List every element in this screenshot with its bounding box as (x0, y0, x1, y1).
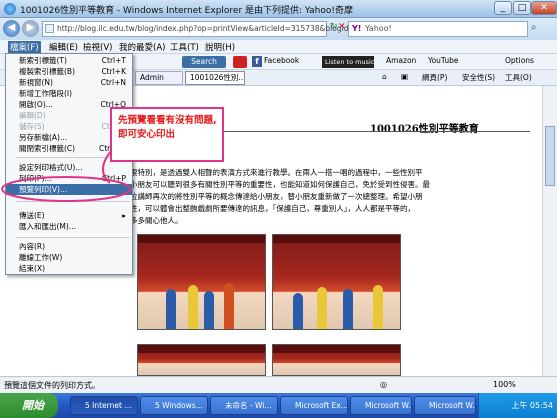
status-text: 預覽這個文件的列印方式。 (4, 381, 100, 390)
taskbar-item-windows[interactable]: 5 Windows... (140, 396, 208, 415)
system-tray: 上午 05:54 (478, 393, 557, 418)
status-bar: 預覽這個文件的列印方式。 ◎ 100% (0, 376, 557, 393)
zoom-level[interactable]: 100% (493, 380, 516, 389)
annotation-callout: 先預覽看看有沒有問題,即可安心印出 (110, 107, 224, 162)
clock: 上午 05:54 (511, 401, 553, 410)
highlight-ellipse (1, 176, 131, 202)
taskbar-item-word-1[interactable]: Microsoft W... (350, 396, 412, 415)
taskbar-item-paint[interactable]: 未命名 - Wi... (210, 396, 278, 415)
taskbar-item-word-2[interactable]: Microsoft W... (414, 396, 476, 415)
start-button[interactable]: 開始 (0, 393, 58, 418)
callout-text: 先預覽看看有沒有問題,即可安心印出 (118, 115, 217, 140)
taskbar: 開始 5 Internet ... 5 Windows... 未命名 - Wi.… (0, 393, 557, 418)
internet-zone-icon: ◎ (380, 380, 387, 389)
annotation-overlay (1, 149, 131, 202)
taskbar-item-ie[interactable]: 5 Internet ... (70, 396, 138, 415)
taskbar-item-excel[interactable]: Microsoft Ex... (280, 396, 348, 415)
